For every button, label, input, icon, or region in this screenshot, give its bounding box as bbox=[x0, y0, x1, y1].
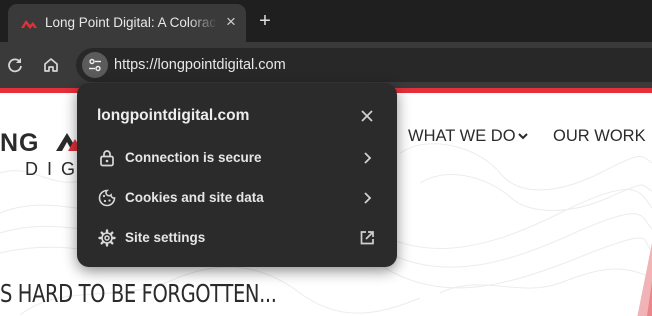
decorative-triangle bbox=[637, 243, 652, 316]
new-tab-button[interactable]: + bbox=[254, 10, 276, 32]
cookies-site-data-label: Cookies and site data bbox=[125, 190, 264, 205]
hero-headline: S HARD TO BE FORGOTTEN... bbox=[0, 279, 277, 308]
browser-toolbar: https://longpointdigital.com bbox=[0, 42, 652, 88]
site-settings-label: Site settings bbox=[125, 230, 206, 245]
nav-our-work[interactable]: OUR WORK bbox=[553, 127, 646, 146]
tab-title-fade bbox=[188, 12, 218, 36]
gear-icon bbox=[98, 229, 116, 247]
browser-tab[interactable]: Long Point Digital: A Colorado × bbox=[8, 4, 246, 42]
url-text[interactable]: https://longpointdigital.com bbox=[114, 57, 286, 73]
nav-what-we-do[interactable]: WHAT WE DO bbox=[408, 127, 516, 146]
tab-strip: Long Point Digital: A Colorado × + bbox=[0, 0, 652, 42]
chevron-right-icon bbox=[364, 192, 372, 204]
site-info-popup: longpointdigital.com Connection is secur… bbox=[77, 83, 397, 267]
site-logo-wordmark[interactable]: NG bbox=[0, 129, 40, 158]
chevron-right-icon bbox=[364, 152, 372, 164]
reload-icon[interactable] bbox=[5, 55, 25, 75]
close-icon[interactable] bbox=[357, 106, 377, 126]
cookies-site-data-row[interactable]: Cookies and site data bbox=[77, 178, 397, 218]
site-info-button[interactable] bbox=[82, 52, 108, 78]
site-logo-subtitle: DIG bbox=[25, 159, 85, 179]
tune-icon bbox=[89, 58, 101, 72]
cookie-icon bbox=[98, 189, 116, 207]
connection-secure-label: Connection is secure bbox=[125, 150, 262, 165]
site-settings-row[interactable]: Site settings bbox=[77, 218, 397, 258]
address-bar[interactable]: https://longpointdigital.com bbox=[76, 48, 652, 82]
long-point-digital-favicon bbox=[21, 20, 37, 29]
chevron-down-icon[interactable] bbox=[517, 130, 529, 142]
popup-domain-title: longpointdigital.com bbox=[97, 107, 250, 124]
close-icon[interactable]: × bbox=[222, 13, 240, 31]
home-icon[interactable] bbox=[41, 55, 61, 75]
lock-icon bbox=[100, 150, 114, 167]
connection-secure-row[interactable]: Connection is secure bbox=[77, 138, 397, 178]
open-in-new-icon bbox=[360, 231, 374, 245]
